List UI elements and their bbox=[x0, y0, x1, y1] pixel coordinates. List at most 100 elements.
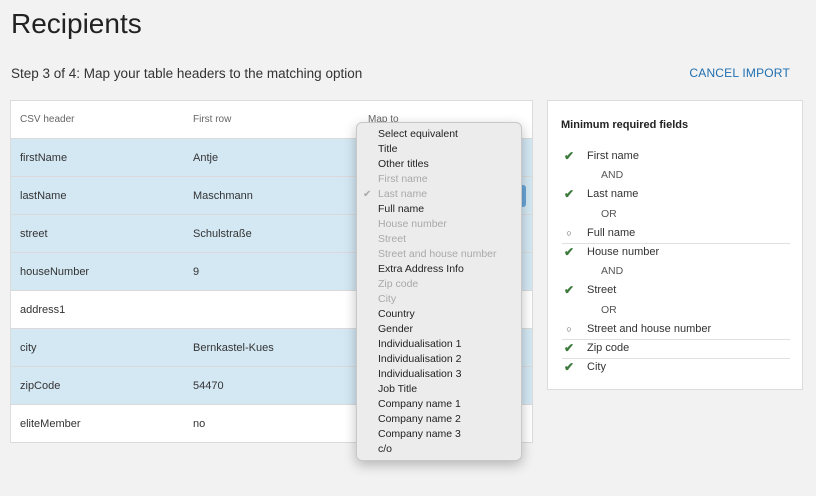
column-header-first-row: First row bbox=[193, 114, 232, 125]
required-field-label: Full name bbox=[587, 226, 636, 239]
csv-header-cell: houseNumber bbox=[20, 266, 90, 278]
dropdown-option-label: Company name 3 bbox=[378, 428, 461, 440]
checkmark-icon: ✔ bbox=[363, 189, 372, 200]
required-field-label: AND bbox=[601, 265, 624, 278]
first-row-cell: no bbox=[193, 418, 206, 430]
dropdown-option-label: City bbox=[378, 293, 397, 305]
dropdown-option[interactable]: Title bbox=[357, 142, 521, 157]
dropdown-option-label: Select equivalent bbox=[378, 128, 458, 140]
required-field-item: ✔ First name bbox=[562, 146, 790, 166]
csv-header-cell: city bbox=[20, 342, 37, 354]
dropdown-option: City bbox=[357, 292, 521, 307]
dropdown-option-label: Country bbox=[378, 308, 415, 320]
required-field-label: House number bbox=[587, 246, 660, 258]
required-field-label: OR bbox=[601, 303, 617, 316]
required-field-label: Street bbox=[587, 284, 617, 297]
dropdown-option: Street and house number bbox=[357, 247, 521, 262]
dropdown-option-label: Title bbox=[378, 143, 398, 155]
csv-header-cell: zipCode bbox=[20, 380, 61, 392]
dropdown-option-label: c/o bbox=[378, 443, 393, 455]
dropdown-option-label: Individualisation 2 bbox=[378, 353, 462, 365]
csv-header-cell: address1 bbox=[20, 304, 66, 316]
dropdown-option-label: Other titles bbox=[378, 158, 429, 170]
dropdown-option-label: Full name bbox=[378, 203, 425, 215]
first-row-cell: Bernkastel-Kues bbox=[193, 342, 274, 354]
dropdown-option[interactable]: Full name bbox=[357, 202, 521, 217]
required-field-label: City bbox=[587, 361, 606, 374]
dropdown-option: Street bbox=[357, 232, 521, 247]
dropdown-option[interactable]: Select equivalent bbox=[357, 127, 521, 142]
checkmark-icon: ✔ bbox=[563, 245, 575, 259]
dropdown-option[interactable]: Company name 1 bbox=[357, 397, 521, 412]
dropdown-option[interactable]: Company name 2 bbox=[357, 412, 521, 427]
dropdown-option[interactable]: Individualisation 3 bbox=[357, 367, 521, 382]
checkmark-icon: ✔ bbox=[563, 187, 575, 202]
required-field-item: ✔ City bbox=[562, 357, 790, 377]
dropdown-option-label: House number bbox=[378, 218, 447, 230]
first-row-cell: 9 bbox=[193, 266, 200, 278]
first-row-cell: 54470 bbox=[193, 380, 224, 392]
dropdown-option-label: First name bbox=[378, 173, 428, 185]
required-field-item: ○ Full name bbox=[562, 223, 790, 244]
dropdown-option-label: Street bbox=[378, 233, 407, 245]
dropdown-option-label: Extra Address Info bbox=[378, 263, 464, 275]
dropdown-option-label: Company name 1 bbox=[378, 398, 461, 410]
step-indicator: Step 3 of 4: Map your table headers to t… bbox=[11, 66, 363, 81]
checkmark-icon: ✔ bbox=[563, 360, 575, 375]
dropdown-option[interactable]: Company name 3 bbox=[357, 427, 521, 442]
checkmark-icon: ✔ bbox=[563, 283, 575, 298]
required-field-item: ✔ Street bbox=[562, 280, 790, 300]
required-fields-title: Minimum required fields bbox=[561, 119, 689, 131]
dropdown-option[interactable]: c/o bbox=[357, 442, 521, 457]
dropdown-option: ✔ Last name bbox=[357, 187, 521, 202]
required-fields-conjunction: OR bbox=[562, 204, 790, 224]
csv-header-cell: firstName bbox=[20, 152, 68, 164]
map-to-dropdown-list[interactable]: Select equivalent Title Other titles First … bbox=[356, 122, 522, 461]
dropdown-option-label: Individualisation 3 bbox=[378, 368, 462, 380]
dropdown-option-label: Job Title bbox=[378, 383, 418, 395]
checkmark-icon: ✔ bbox=[563, 341, 575, 355]
dropdown-option: Zip code bbox=[357, 277, 521, 292]
required-field-label: Zip code bbox=[587, 342, 630, 354]
dropdown-option[interactable]: Gender bbox=[357, 322, 521, 337]
cancel-import-button[interactable]: CANCEL IMPORT bbox=[689, 66, 790, 80]
required-field-label: First name bbox=[587, 150, 639, 162]
dropdown-option-label: Company name 2 bbox=[378, 413, 461, 425]
page-title: Recipients bbox=[11, 8, 142, 39]
dropdown-option[interactable]: Country bbox=[357, 307, 521, 322]
csv-header-cell: eliteMember bbox=[20, 418, 81, 430]
empty-circle-icon: ○ bbox=[566, 323, 572, 334]
required-fields-conjunction: AND bbox=[562, 165, 790, 185]
dropdown-option[interactable]: Individualisation 1 bbox=[357, 337, 521, 352]
dropdown-option-label: Last name bbox=[378, 188, 428, 200]
required-fields-conjunction: OR bbox=[562, 300, 790, 320]
column-header-csv: CSV header bbox=[20, 114, 75, 125]
required-fields-conjunction: AND bbox=[562, 261, 790, 281]
csv-header-cell: lastName bbox=[20, 190, 67, 202]
empty-circle-icon: ○ bbox=[566, 227, 572, 238]
required-field-item: ✔ House number bbox=[562, 242, 790, 262]
required-field-label: Street and house number bbox=[587, 322, 712, 335]
dropdown-option[interactable]: Extra Address Info bbox=[357, 262, 521, 277]
dropdown-option-label: Individualisation 1 bbox=[378, 338, 462, 350]
first-row-cell: Schulstraße bbox=[193, 228, 252, 240]
dropdown-option[interactable]: Other titles bbox=[357, 157, 521, 172]
required-field-item: ○ Street and house number bbox=[562, 319, 790, 340]
required-field-label: AND bbox=[601, 169, 624, 182]
checkmark-icon: ✔ bbox=[563, 149, 575, 163]
csv-header-cell: street bbox=[20, 228, 48, 240]
dropdown-option: House number bbox=[357, 217, 521, 232]
required-field-item: ✔ Last name bbox=[562, 184, 790, 204]
required-field-item: ✔ Zip code bbox=[562, 338, 790, 359]
dropdown-option[interactable]: Individualisation 2 bbox=[357, 352, 521, 367]
dropdown-option-label: Street and house number bbox=[378, 248, 497, 260]
first-row-cell: Antje bbox=[193, 152, 219, 164]
required-field-label: Last name bbox=[587, 188, 639, 201]
dropdown-option-label: Gender bbox=[378, 323, 414, 335]
dropdown-option[interactable]: Job Title bbox=[357, 382, 521, 397]
dropdown-option: First name bbox=[357, 172, 521, 187]
required-fields-panel: Minimum required fields ✔ First name AND ✔ L… bbox=[547, 100, 803, 390]
dropdown-option-label: Zip code bbox=[378, 278, 419, 290]
required-field-label: OR bbox=[601, 207, 617, 220]
first-row-cell: Maschmann bbox=[193, 190, 253, 202]
